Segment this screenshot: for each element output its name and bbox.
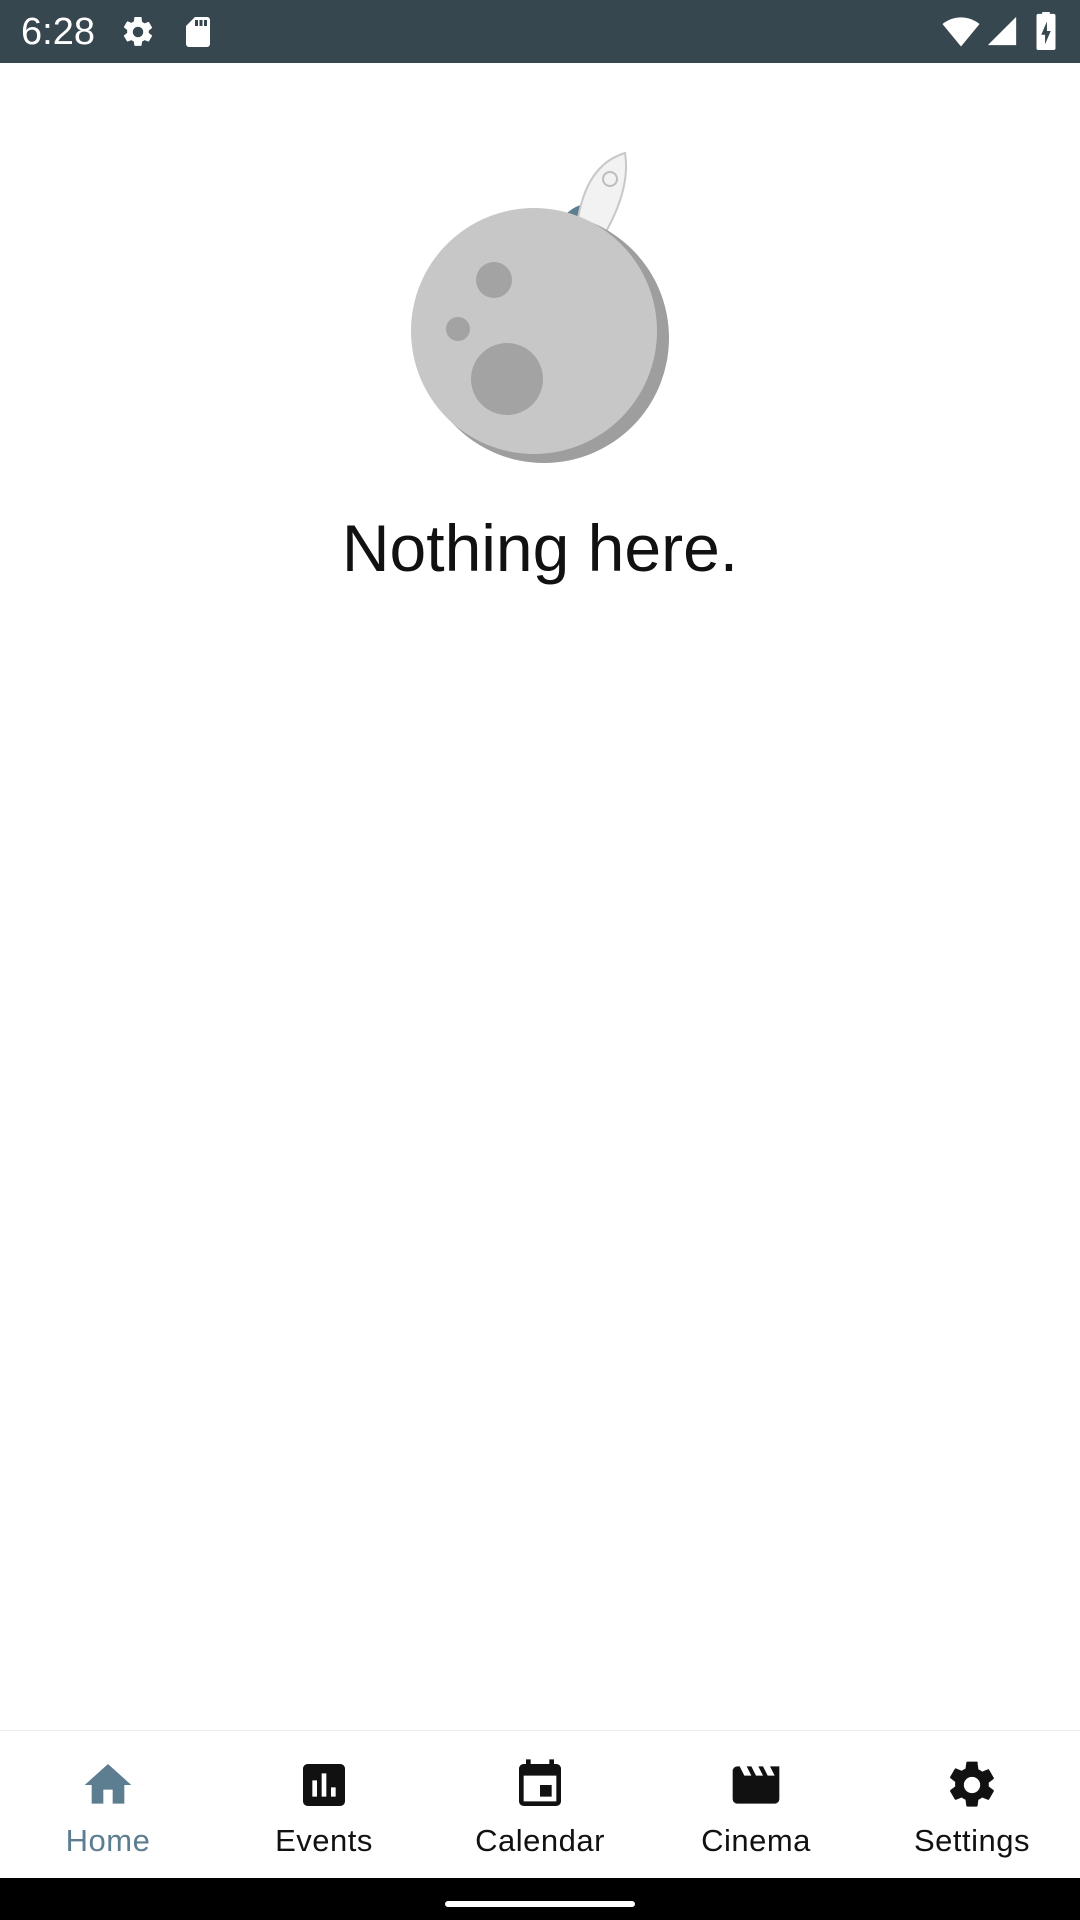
nav-item-home[interactable]: Home — [0, 1731, 216, 1879]
nav-label-cinema: Cinema — [701, 1823, 811, 1858]
nav-label-calendar: Calendar — [475, 1823, 605, 1858]
nav-item-events[interactable]: Events — [216, 1731, 432, 1879]
nav-label-home: Home — [65, 1823, 151, 1858]
bar-chart-icon — [303, 1764, 345, 1806]
system-gesture-bar — [0, 1878, 1080, 1920]
status-time: 6:28 — [21, 11, 95, 53]
calendar-icon — [519, 1759, 561, 1806]
moon-rocket-illustration — [411, 151, 669, 463]
battery-charging-icon — [1036, 12, 1056, 50]
gesture-handle[interactable] — [445, 1901, 635, 1907]
signal-icon — [987, 16, 1017, 46]
wifi-icon — [942, 17, 980, 47]
empty-state-message: Nothing here. — [341, 511, 739, 585]
nav-item-calendar[interactable]: Calendar — [432, 1731, 648, 1879]
status-bar: 6:28 — [0, 0, 1080, 63]
clapperboard-icon — [732, 1766, 780, 1804]
nav-label-events: Events — [275, 1823, 373, 1858]
sd-card-icon — [186, 17, 210, 47]
nav-item-settings[interactable]: Settings — [864, 1731, 1080, 1879]
nav-label-settings: Settings — [913, 1823, 1030, 1858]
home-icon — [84, 1764, 132, 1804]
nav-item-cinema[interactable]: Cinema — [648, 1731, 864, 1879]
settings-icon — [123, 16, 153, 46]
bottom-navigation: Home Events Calendar Cinema Settings — [0, 1730, 1080, 1879]
settings-icon — [950, 1761, 994, 1807]
